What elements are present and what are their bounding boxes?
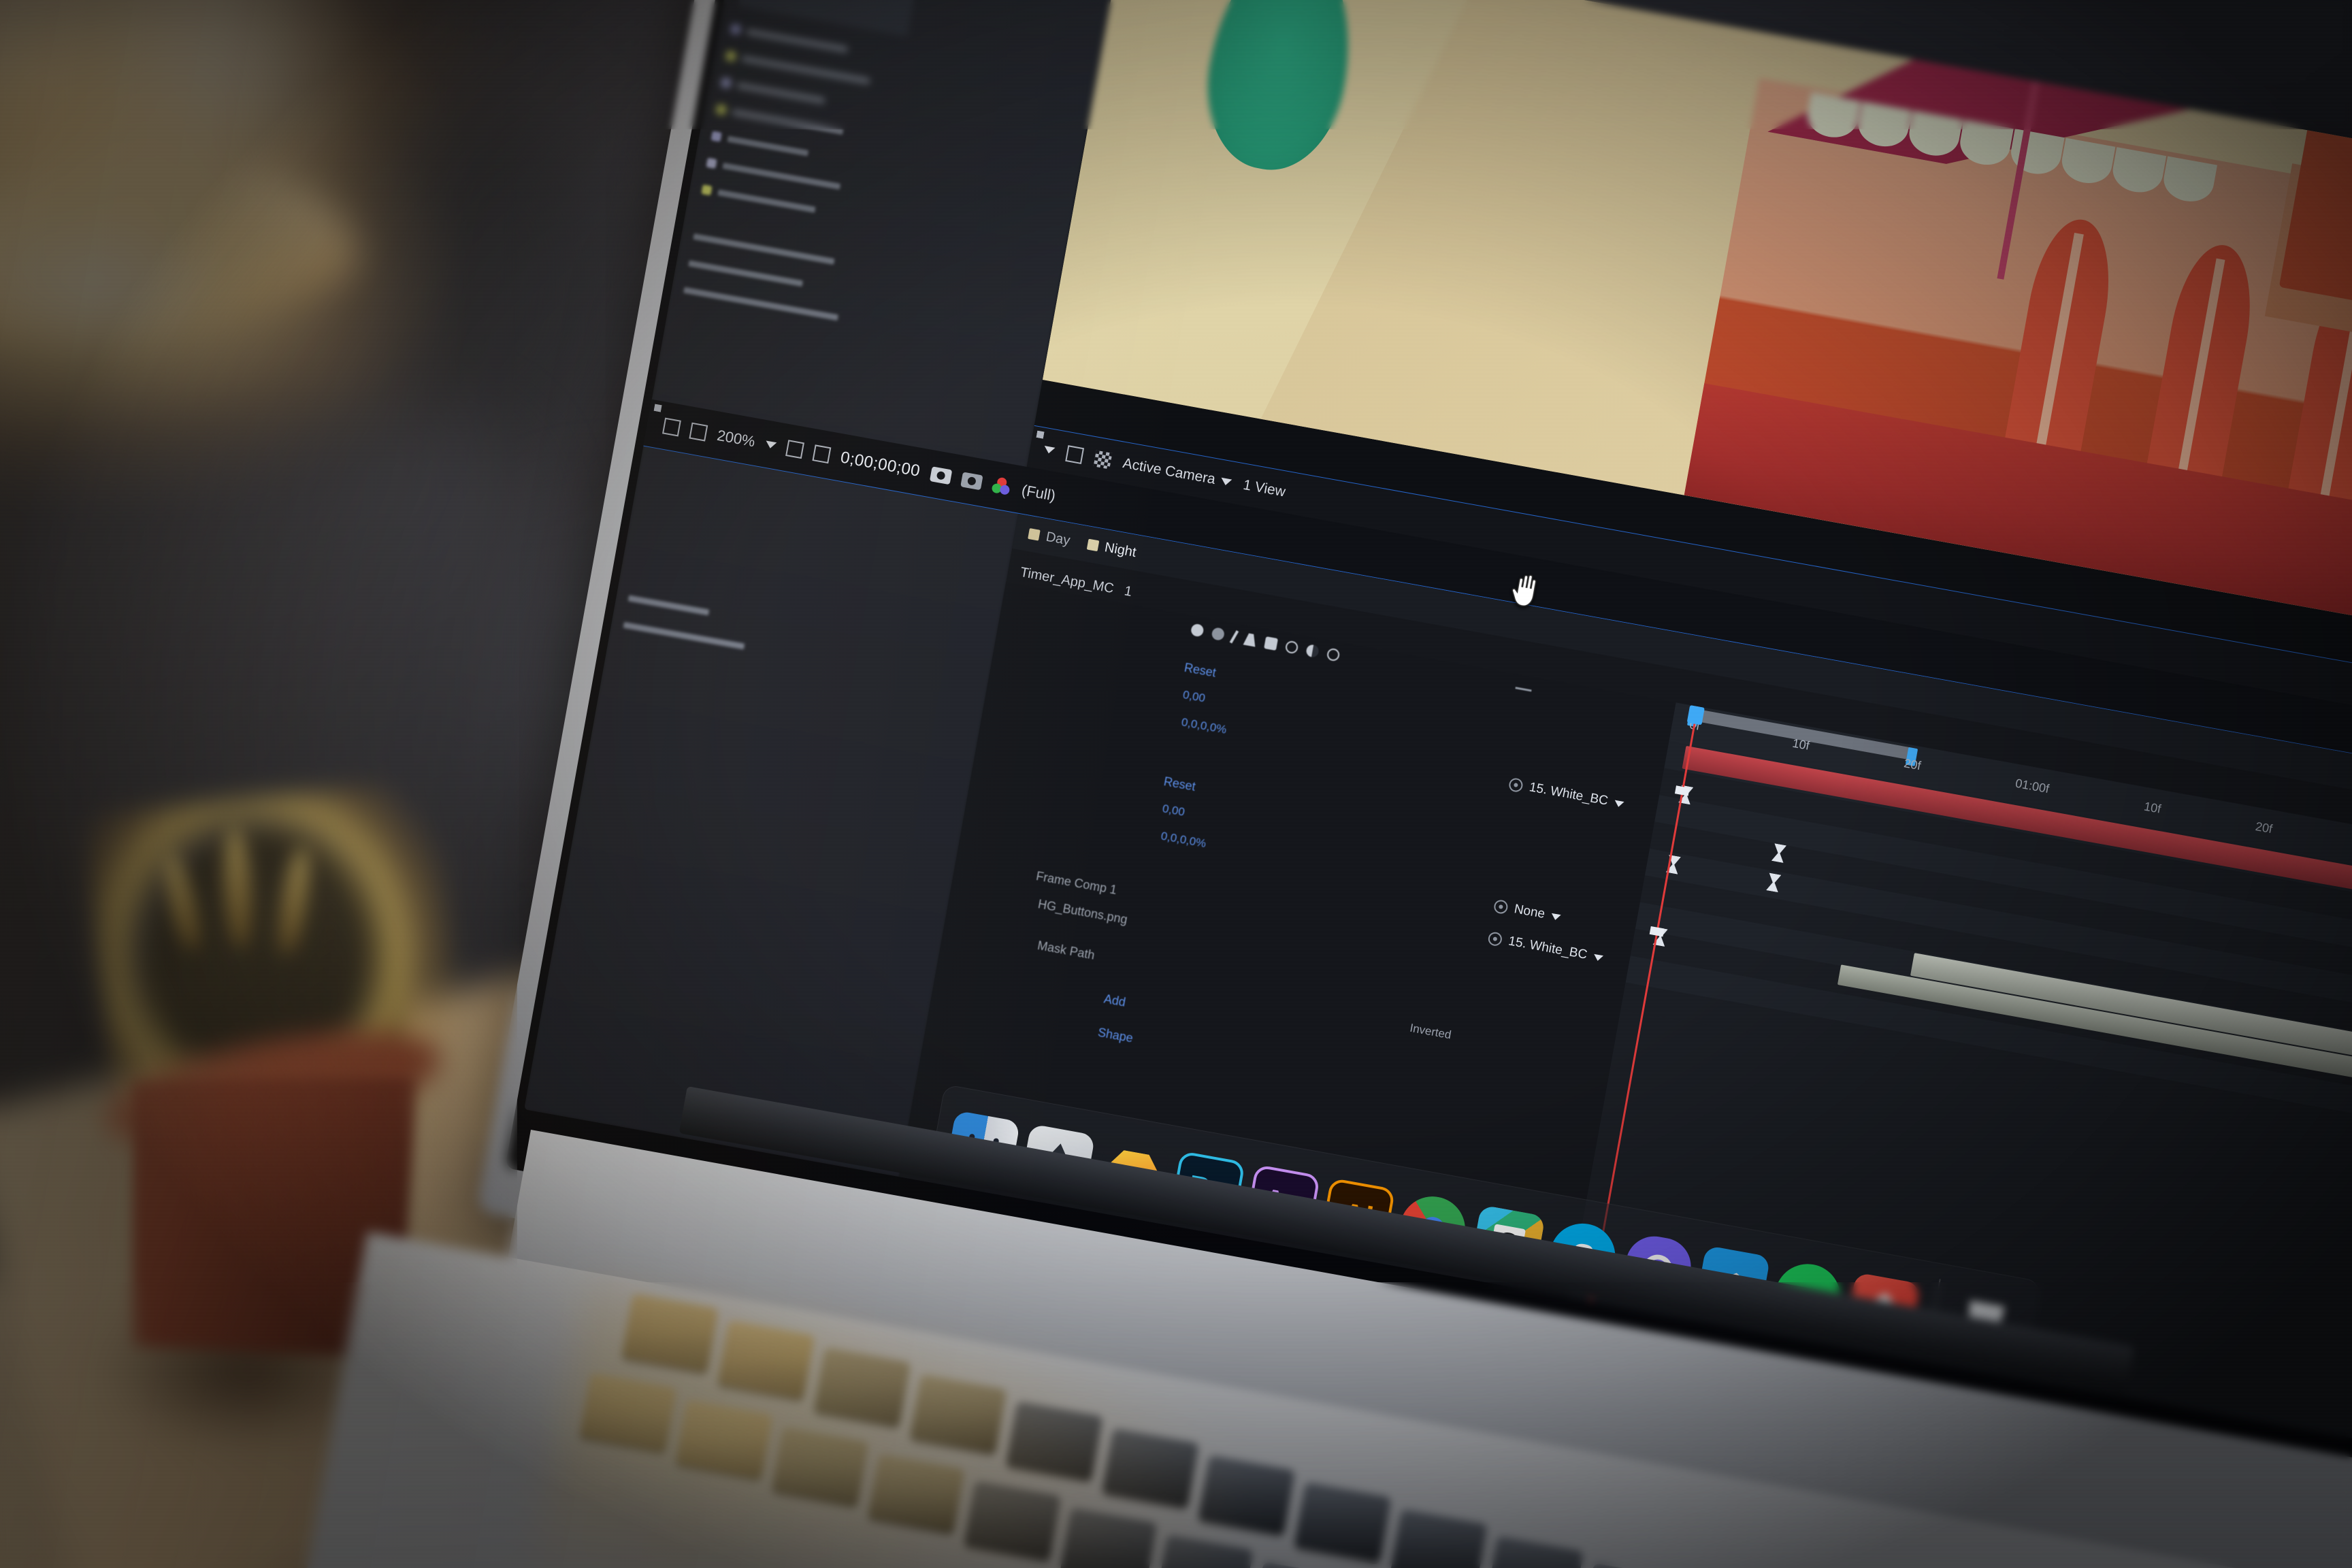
add-shape-button[interactable]: Add <box>1102 992 1127 1009</box>
collapse-switch-icon[interactable] <box>1284 640 1299 655</box>
chevron-down-icon <box>1592 953 1604 962</box>
ruler-tick: 20f <box>2254 819 2274 836</box>
tab-day-label: Day <box>1045 529 1072 549</box>
property-reset-link[interactable]: Reset <box>1183 660 1218 680</box>
background-bokeh-shape <box>0 422 517 844</box>
property-slider-value[interactable]: 0,00 <box>1181 688 1207 706</box>
layer-name[interactable]: HG_Buttons.png <box>1037 897 1129 927</box>
mode-column-placeholder <box>1515 686 1532 691</box>
label-color-dot <box>730 23 742 35</box>
chevron-down-icon <box>1550 913 1562 921</box>
resolution-icon[interactable] <box>653 404 805 459</box>
chevron-down-icon[interactable] <box>1043 445 1056 455</box>
ruler-tick: 01:00f <box>2014 776 2051 796</box>
tab-night[interactable]: Night <box>1086 536 1138 561</box>
quality-switch-icon[interactable] <box>1305 644 1320 658</box>
camera-view-label: Active Camera <box>1122 455 1217 487</box>
project-item-name <box>717 189 816 213</box>
label-color-dot <box>706 157 717 169</box>
project-item-name <box>746 28 849 52</box>
label-color-dot <box>710 131 722 142</box>
chevron-down-icon <box>1220 477 1232 486</box>
effects-switch-icon[interactable] <box>1326 647 1341 662</box>
property-scale-value[interactable]: 0,0,0,0% <box>1160 830 1207 851</box>
keyboard-key[interactable] <box>1582 1563 1680 1568</box>
audio-switch-icon[interactable] <box>1211 627 1226 642</box>
grid-guides-icon[interactable] <box>653 404 708 442</box>
keyboard-key[interactable] <box>1390 1509 1488 1568</box>
background-bokeh-shape <box>368 102 612 456</box>
camera-view-dropdown[interactable]: Active Camera <box>1122 455 1232 491</box>
shape-property-label[interactable]: Shape <box>1097 1025 1134 1045</box>
pickwhip-icon[interactable] <box>1507 777 1524 794</box>
comp-color-swatch <box>1086 538 1099 552</box>
lock-switch-icon[interactable] <box>1243 633 1258 647</box>
channels-rgb-icon[interactable] <box>991 476 1013 497</box>
ruler-tick: 10f <box>1791 736 1811 753</box>
keyboard-key[interactable] <box>1486 1535 1584 1568</box>
pickwhip-icon[interactable] <box>1492 898 1509 915</box>
comp-color-swatch <box>1028 528 1041 541</box>
tab-night-label: Night <box>1103 539 1138 560</box>
layer-count: 1 <box>1123 583 1134 600</box>
project-item-name <box>627 594 710 615</box>
project-item-name <box>683 287 839 321</box>
always-preview-icon[interactable] <box>653 404 681 437</box>
shy-switch-icon[interactable] <box>1264 636 1279 651</box>
snapshot-icon[interactable] <box>929 466 953 485</box>
solo-switch-icon[interactable] <box>1229 630 1239 644</box>
magnification-value[interactable]: 200% <box>716 426 757 451</box>
layer-name[interactable]: Frame Comp 1 <box>1035 869 1118 898</box>
tab-day[interactable]: Day <box>1028 526 1072 549</box>
photo-scene: Active Camera 1 View +0.0 <box>0 0 2352 1568</box>
region-of-interest-icon[interactable] <box>653 404 832 463</box>
property-slider-value[interactable]: 0,00 <box>1161 802 1186 819</box>
label-color-dot <box>715 103 727 116</box>
video-switch-icon[interactable] <box>1190 623 1205 638</box>
property-scale-value[interactable]: 0,0,0,0% <box>1180 715 1227 737</box>
hand-cursor <box>1507 568 1544 611</box>
keyboard-key[interactable] <box>1252 1561 1350 1568</box>
project-item-name <box>623 621 745 649</box>
pickwhip-icon[interactable] <box>1487 931 1503 947</box>
keyboard-key[interactable] <box>1294 1482 1392 1562</box>
transparency-grid-icon[interactable] <box>1093 450 1113 469</box>
project-item-name <box>736 82 826 104</box>
project-item-name <box>722 162 841 190</box>
resolution-value[interactable]: (Full) <box>1020 481 1057 504</box>
ruler-tick: 20f <box>1902 756 1923 773</box>
show-snapshot-icon[interactable] <box>960 471 983 490</box>
label-color-dot <box>725 50 736 62</box>
label-color-dot <box>701 184 713 196</box>
chevron-down-icon <box>1614 800 1624 808</box>
label-color-dot <box>720 77 732 88</box>
project-item-name <box>688 259 804 287</box>
region-of-interest-icon[interactable] <box>1036 430 1085 464</box>
property-reset-link[interactable]: Reset <box>1162 774 1197 794</box>
current-timecode[interactable]: 0;00;00;00 <box>839 448 921 481</box>
layer-name[interactable]: Mask Path <box>1036 938 1096 962</box>
view-layout-label: 1 View <box>1242 476 1287 500</box>
project-item-name <box>732 108 844 135</box>
playhead-handle[interactable] <box>1686 704 1705 725</box>
chevron-down-icon[interactable] <box>765 440 777 449</box>
view-layout-dropdown[interactable]: 1 View <box>1242 476 1287 500</box>
ruler-tick: 10f <box>2142 799 2162 816</box>
project-item-name <box>727 135 809 157</box>
